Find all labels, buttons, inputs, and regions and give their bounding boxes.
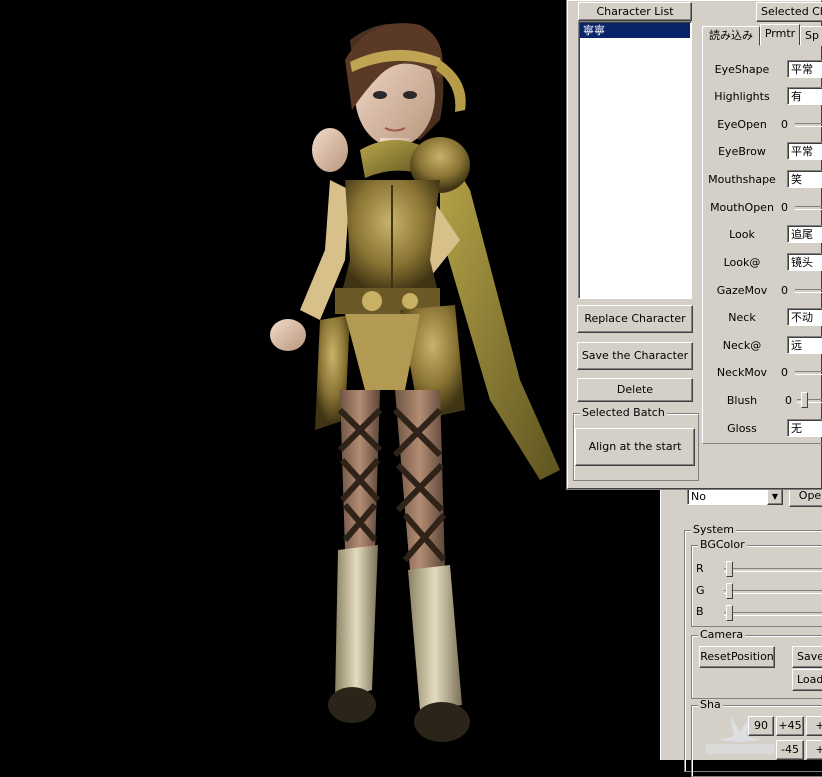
bgcolor-b-slider-thumb[interactable] bbox=[726, 605, 733, 621]
bgcolor-r-slider-thumb[interactable] bbox=[726, 561, 733, 577]
param-combo-mouthshape[interactable]: 笑 bbox=[787, 170, 822, 188]
tab-sp[interactable]: Sp bbox=[800, 26, 822, 46]
param-combo-value: 追尾 bbox=[791, 228, 813, 241]
delete-button[interactable]: Delete bbox=[577, 378, 693, 402]
param-combo-eyebrow[interactable]: 平常 bbox=[787, 142, 822, 160]
param-label-neck: Neck@ bbox=[722, 339, 762, 352]
chevron-down-icon: ▼ bbox=[771, 492, 779, 501]
param-label-mouthopen: MouthOpen bbox=[710, 201, 774, 214]
character-list-item-label: 寧寧 bbox=[583, 24, 605, 37]
reset-position-button[interactable]: ResetPosition bbox=[699, 646, 775, 668]
param-slider-mouthopen[interactable] bbox=[795, 206, 822, 210]
preset-dropdown-value: No bbox=[691, 490, 706, 503]
bgcolor-g-slider[interactable] bbox=[724, 590, 822, 594]
param-slider-gazemov[interactable] bbox=[795, 289, 822, 293]
camera-group: Camera ResetPosition Save Load bbox=[691, 629, 822, 699]
selected-character-header: Selected Cha bbox=[756, 2, 822, 22]
param-combo-value: 镜头 bbox=[791, 256, 813, 269]
save-character-button[interactable]: Save the Character bbox=[577, 342, 693, 370]
param-slider-thumb[interactable] bbox=[801, 392, 808, 408]
bgcolor-b-slider[interactable] bbox=[724, 612, 822, 616]
param-combo-value: 无 bbox=[791, 422, 802, 435]
camera-save-button[interactable]: Save bbox=[792, 646, 822, 668]
character-list-header: Character List bbox=[578, 2, 692, 21]
param-combo-value: 远 bbox=[791, 339, 802, 352]
param-combo-value: 不动 bbox=[791, 311, 813, 324]
watermark-logo bbox=[700, 712, 780, 758]
param-label-highlights: Highlights bbox=[714, 90, 770, 103]
bgcolor-group: BGColor R G B bbox=[691, 539, 822, 627]
bgcolor-b-label: B bbox=[696, 605, 704, 618]
replace-character-button[interactable]: Replace Character bbox=[577, 305, 693, 333]
param-label-eyebrow: EyeBrow bbox=[718, 145, 766, 158]
selected-batch-title: Selected Batch bbox=[580, 406, 667, 419]
param-combo-gloss[interactable]: 无 bbox=[787, 419, 822, 437]
param-combo-value: 有 bbox=[791, 90, 802, 103]
shadow-plus-button[interactable]: + bbox=[806, 716, 822, 736]
param-slider-neckmov[interactable] bbox=[795, 371, 822, 375]
param-tab-strip: 読み込み Prmtr Sp bbox=[702, 24, 822, 46]
param-tab-panel: EyeShape 平常 Highlights 有 EyeOpen 0 EyeBrow 平常 Mo… bbox=[702, 45, 822, 444]
param-combo-value: 平常 bbox=[791, 145, 813, 158]
bgcolor-group-title: BGColor bbox=[698, 538, 747, 551]
bgcolor-r-label: R bbox=[696, 562, 704, 575]
param-slider-value: 0 bbox=[781, 284, 788, 297]
character-dialog: Character List 寧寧 Replace Character Save… bbox=[567, 0, 822, 489]
param-label-eyeopen: EyeOpen bbox=[717, 118, 767, 131]
selected-batch-group: Selected Batch Align at the start bbox=[573, 407, 699, 481]
param-combo-value: 平常 bbox=[791, 63, 813, 76]
param-combo-neck[interactable]: 不动 bbox=[787, 308, 822, 326]
shadow-plus45-button[interactable]: +45 bbox=[776, 716, 804, 736]
param-label-mouthshape: Mouthshape bbox=[708, 173, 776, 186]
character-list[interactable]: 寧寧 bbox=[578, 21, 692, 299]
param-combo-neck[interactable]: 远 bbox=[787, 336, 822, 354]
bgcolor-g-label: G bbox=[696, 584, 705, 597]
system-group-title: System bbox=[691, 523, 737, 536]
character-list-item-selected[interactable]: 寧寧 bbox=[580, 23, 690, 38]
param-label-gazemov: GazeMov bbox=[716, 284, 768, 297]
bgcolor-g-slider-thumb[interactable] bbox=[726, 583, 733, 599]
param-label-neck: Neck bbox=[728, 311, 756, 324]
param-slider-value: 0 bbox=[781, 118, 788, 131]
align-at-start-button[interactable]: Align at the start bbox=[575, 428, 695, 466]
param-combo-look[interactable]: 追尾 bbox=[787, 225, 822, 243]
param-label-gloss: Gloss bbox=[727, 422, 757, 435]
param-slider-value: 0 bbox=[781, 366, 788, 379]
param-slider-eyeopen[interactable] bbox=[795, 123, 822, 127]
param-label-neckmov: NeckMov bbox=[716, 366, 768, 379]
param-slider-value: 0 bbox=[785, 394, 792, 407]
shadow-minus45-button[interactable]: -45 bbox=[776, 740, 804, 760]
param-label-eyeshape: EyeShape bbox=[714, 63, 770, 76]
bgcolor-r-slider[interactable] bbox=[724, 568, 822, 572]
camera-load-button[interactable]: Load bbox=[792, 669, 822, 691]
tab-load[interactable]: 読み込み bbox=[702, 26, 760, 46]
param-combo-highlights[interactable]: 有 bbox=[787, 87, 822, 105]
param-combo-eyeshape[interactable]: 平常 bbox=[787, 60, 822, 78]
character-model bbox=[270, 23, 560, 742]
param-label-look: Look bbox=[729, 228, 755, 241]
dropdown-arrow-button[interactable]: ▼ bbox=[767, 489, 783, 505]
tab-prmtr[interactable]: Prmtr bbox=[760, 24, 800, 45]
shadow-group-title: Sha bbox=[698, 698, 723, 711]
param-label-blush: Blush bbox=[726, 394, 758, 407]
param-combo-value: 笑 bbox=[791, 173, 802, 186]
param-slider-value: 0 bbox=[781, 201, 788, 214]
shadow-plus2-button[interactable]: + bbox=[806, 740, 822, 760]
camera-group-title: Camera bbox=[698, 628, 746, 641]
param-combo-look[interactable]: 镜头 bbox=[787, 253, 822, 271]
param-label-look: Look@ bbox=[723, 256, 761, 269]
